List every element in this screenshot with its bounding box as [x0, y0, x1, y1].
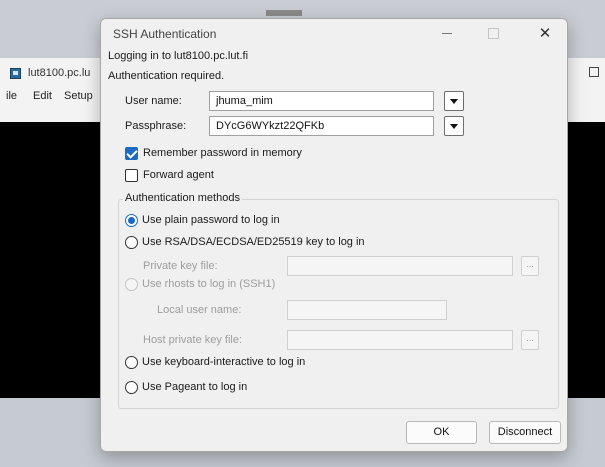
forward-agent-checkbox[interactable] — [125, 169, 138, 182]
username-field[interactable]: jhuma_mim — [209, 91, 434, 111]
pageant-radio[interactable] — [125, 381, 138, 394]
remember-password-checkbox[interactable] — [125, 147, 138, 160]
dialog-title: SSH Authentication — [113, 27, 217, 41]
auth-required-text: Authentication required. — [108, 70, 225, 82]
rsa-key-label[interactable]: Use RSA/DSA/ECDSA/ED25519 key to log in — [142, 236, 365, 248]
forward-agent-label[interactable]: Forward agent — [143, 169, 214, 181]
passphrase-dropdown-button[interactable] — [444, 116, 464, 136]
private-key-label: Private key file: — [143, 260, 218, 272]
host-key-browse-button[interactable]: ... — [521, 330, 539, 350]
remember-password-label[interactable]: Remember password in memory — [143, 147, 302, 159]
dialog-titlebar[interactable]: SSH Authentication ✕ — [101, 19, 567, 47]
keyboard-interactive-label[interactable]: Use keyboard-interactive to log in — [142, 356, 305, 368]
local-user-label: Local user name: — [157, 304, 242, 316]
rsa-key-radio[interactable] — [125, 236, 138, 249]
private-key-browse-button[interactable]: ... — [521, 256, 539, 276]
ok-button[interactable]: OK — [406, 421, 477, 444]
passphrase-label: Passphrase: — [125, 120, 187, 132]
username-dropdown-button[interactable] — [444, 91, 464, 111]
ssh-auth-dialog: SSH Authentication ✕ Logging in to lut81… — [100, 18, 568, 452]
terminal-title: lut8100.pc.lu — [28, 67, 91, 79]
taskbar-hint — [266, 10, 302, 16]
rhosts-radio[interactable] — [125, 278, 138, 291]
menu-edit[interactable]: Edit — [33, 90, 52, 102]
username-label: User name: — [125, 95, 182, 107]
rhosts-label[interactable]: Use rhosts to log in (SSH1) — [142, 278, 275, 290]
teraterm-icon — [10, 68, 21, 79]
maximize-icon — [473, 22, 513, 44]
maximize-icon[interactable] — [589, 67, 599, 77]
logging-in-text: Logging in to lut8100.pc.lut.fi — [108, 50, 249, 62]
plain-password-label[interactable]: Use plain password to log in — [142, 214, 280, 226]
auth-methods-title: Authentication methods — [123, 192, 242, 204]
plain-password-radio[interactable] — [125, 214, 138, 227]
host-key-field[interactable] — [287, 330, 513, 350]
passphrase-field[interactable]: DYcG6WYkzt22QFKb — [209, 116, 434, 136]
menu-setup[interactable]: Setup — [64, 90, 93, 102]
local-user-field[interactable] — [287, 300, 447, 320]
host-key-label: Host private key file: — [143, 334, 243, 346]
menu-file[interactable]: ile — [6, 90, 17, 102]
pageant-label[interactable]: Use Pageant to log in — [142, 381, 247, 393]
minimize-icon[interactable] — [427, 22, 467, 44]
keyboard-interactive-radio[interactable] — [125, 356, 138, 369]
private-key-field[interactable] — [287, 256, 513, 276]
close-icon[interactable]: ✕ — [525, 22, 565, 44]
disconnect-button[interactable]: Disconnect — [489, 421, 561, 444]
